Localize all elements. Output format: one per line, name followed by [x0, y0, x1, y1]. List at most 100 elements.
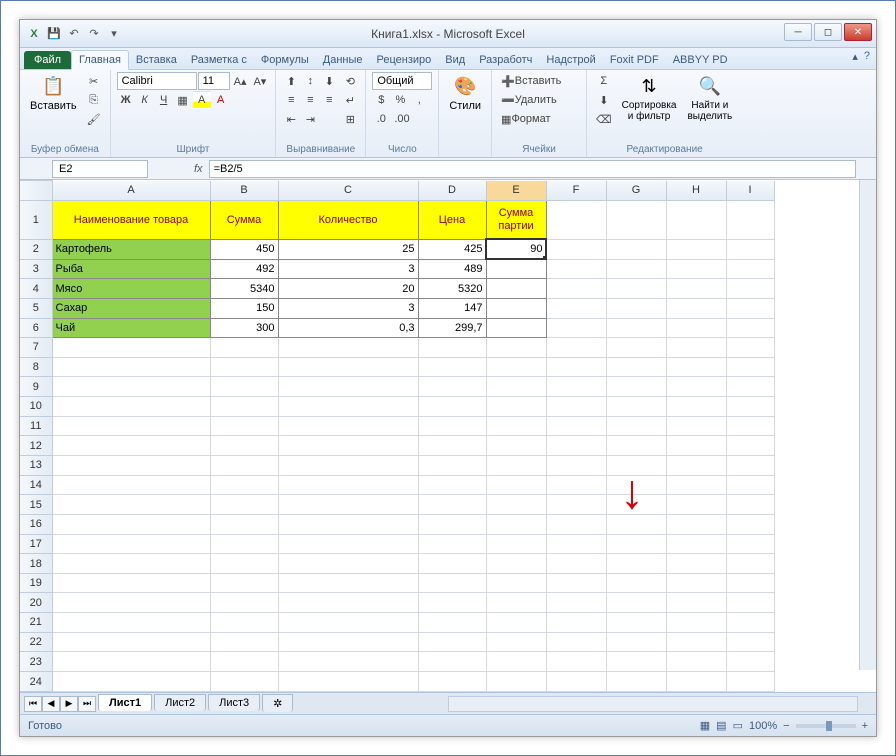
- cell-G16[interactable]: [606, 514, 666, 534]
- view-break-icon[interactable]: ▭: [733, 719, 743, 732]
- cell-D11[interactable]: [418, 416, 486, 436]
- cell-I7[interactable]: [726, 338, 774, 358]
- cell-D5[interactable]: 147: [418, 298, 486, 318]
- sheet-nav-last[interactable]: ⏭: [78, 696, 96, 712]
- orientation-button[interactable]: ⟲: [341, 72, 359, 90]
- cell-C7[interactable]: [278, 338, 418, 358]
- cell-F24[interactable]: [546, 672, 606, 692]
- cell-H11[interactable]: [666, 416, 726, 436]
- cell-I3[interactable]: [726, 259, 774, 279]
- cell-D17[interactable]: [418, 534, 486, 554]
- cell-G12[interactable]: [606, 436, 666, 456]
- cell-B16[interactable]: [210, 514, 278, 534]
- cell-F13[interactable]: [546, 455, 606, 475]
- cell-D13[interactable]: [418, 455, 486, 475]
- close-button[interactable]: ✕: [844, 23, 872, 41]
- cell-E22[interactable]: [486, 632, 546, 652]
- cell-C3[interactable]: 3: [278, 259, 418, 279]
- col-header-A[interactable]: A: [52, 181, 210, 201]
- cell-D21[interactable]: [418, 613, 486, 633]
- cell-F20[interactable]: [546, 593, 606, 613]
- cell-F11[interactable]: [546, 416, 606, 436]
- row-header-10[interactable]: 10: [20, 397, 52, 417]
- row-header-22[interactable]: 22: [20, 632, 52, 652]
- tab-review[interactable]: Рецензиро: [370, 51, 439, 69]
- cell-A24[interactable]: [52, 672, 210, 692]
- cell-D16[interactable]: [418, 514, 486, 534]
- tab-formulas[interactable]: Формулы: [254, 51, 316, 69]
- cell-F22[interactable]: [546, 632, 606, 652]
- cell-G4[interactable]: [606, 279, 666, 299]
- cell-E14[interactable]: [486, 475, 546, 495]
- row-header-18[interactable]: 18: [20, 554, 52, 574]
- cell-C18[interactable]: [278, 554, 418, 574]
- cell-E10[interactable]: [486, 397, 546, 417]
- cell-B22[interactable]: [210, 632, 278, 652]
- cell-G24[interactable]: [606, 672, 666, 692]
- cell-B18[interactable]: [210, 554, 278, 574]
- align-left-button[interactable]: ≡: [282, 91, 300, 109]
- cell-G23[interactable]: [606, 652, 666, 672]
- header-cell[interactable]: [726, 200, 774, 239]
- cell-B23[interactable]: [210, 652, 278, 672]
- qat-more-icon[interactable]: ▾: [106, 26, 122, 42]
- cell-I5[interactable]: [726, 298, 774, 318]
- cell-A14[interactable]: [52, 475, 210, 495]
- cell-I15[interactable]: [726, 495, 774, 515]
- cut-button[interactable]: ✂: [84, 72, 104, 90]
- help-icon[interactable]: ?: [864, 50, 870, 63]
- cell-I22[interactable]: [726, 632, 774, 652]
- cell-B9[interactable]: [210, 377, 278, 397]
- cell-F17[interactable]: [546, 534, 606, 554]
- row-header-20[interactable]: 20: [20, 593, 52, 613]
- sort-filter-button[interactable]: ⇅Сортировка и фильтр: [618, 72, 681, 124]
- view-normal-icon[interactable]: ▦: [700, 719, 710, 732]
- cell-C5[interactable]: 3: [278, 298, 418, 318]
- cell-H2[interactable]: [666, 239, 726, 259]
- name-box[interactable]: E2: [52, 160, 148, 178]
- zoom-level[interactable]: 100%: [749, 720, 777, 732]
- cell-I24[interactable]: [726, 672, 774, 692]
- cell-G3[interactable]: [606, 259, 666, 279]
- horizontal-scrollbar[interactable]: [448, 696, 858, 712]
- cell-H13[interactable]: [666, 455, 726, 475]
- indent-dec-button[interactable]: ⇤: [282, 110, 300, 128]
- cell-H9[interactable]: [666, 377, 726, 397]
- cell-I21[interactable]: [726, 613, 774, 633]
- cell-E2[interactable]: 90: [486, 239, 546, 259]
- cell-A21[interactable]: [52, 613, 210, 633]
- cell-G19[interactable]: [606, 573, 666, 593]
- cell-F3[interactable]: [546, 259, 606, 279]
- cell-H18[interactable]: [666, 554, 726, 574]
- cell-A19[interactable]: [52, 573, 210, 593]
- copy-button[interactable]: ⎘: [84, 91, 104, 109]
- cell-G5[interactable]: [606, 298, 666, 318]
- cell-A2[interactable]: Картофель: [52, 239, 210, 259]
- cell-C14[interactable]: [278, 475, 418, 495]
- col-header-B[interactable]: B: [210, 181, 278, 201]
- cell-H23[interactable]: [666, 652, 726, 672]
- col-header-F[interactable]: F: [546, 181, 606, 201]
- cell-G7[interactable]: [606, 338, 666, 358]
- cell-E15[interactable]: [486, 495, 546, 515]
- cell-D10[interactable]: [418, 397, 486, 417]
- cell-E24[interactable]: [486, 672, 546, 692]
- cell-C12[interactable]: [278, 436, 418, 456]
- cell-I17[interactable]: [726, 534, 774, 554]
- cell-G8[interactable]: [606, 357, 666, 377]
- cell-D12[interactable]: [418, 436, 486, 456]
- fill-button[interactable]: ⬇: [593, 91, 615, 109]
- cell-H3[interactable]: [666, 259, 726, 279]
- cell-I16[interactable]: [726, 514, 774, 534]
- cell-G21[interactable]: [606, 613, 666, 633]
- align-center-button[interactable]: ≡: [301, 91, 319, 109]
- cell-D2[interactable]: 425: [418, 239, 486, 259]
- cell-B6[interactable]: 300: [210, 318, 278, 338]
- cell-H16[interactable]: [666, 514, 726, 534]
- cell-G15[interactable]: [606, 495, 666, 515]
- cell-A22[interactable]: [52, 632, 210, 652]
- cell-F8[interactable]: [546, 357, 606, 377]
- align-middle-button[interactable]: ↕: [301, 72, 319, 90]
- cell-E7[interactable]: [486, 338, 546, 358]
- cell-E3[interactable]: [486, 259, 546, 279]
